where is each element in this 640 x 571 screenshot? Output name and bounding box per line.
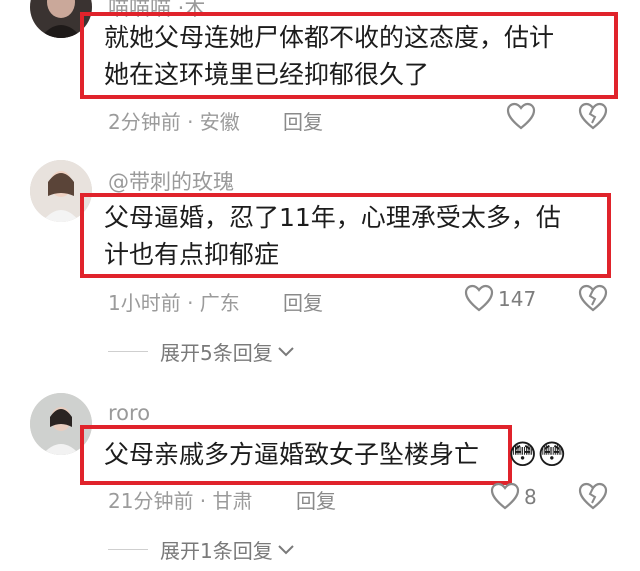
- comment-meta: 21分钟前 · 甘肃: [108, 489, 253, 513]
- heart-outline-icon[interactable]: [464, 284, 494, 316]
- comment-text: 父母逼婚，忍了11年，心理承受太多，估: [104, 203, 561, 232]
- comment-text: 计也有点抑郁症: [104, 240, 280, 269]
- expand-replies-label: 展开1条回复: [160, 538, 273, 563]
- heart-outline-icon[interactable]: [490, 482, 520, 514]
- chevron-down-icon: [277, 339, 295, 363]
- expand-replies-label: 展开5条回复: [160, 340, 273, 365]
- reply-button[interactable]: 回复: [296, 485, 336, 514]
- broken-heart-icon[interactable]: [578, 284, 608, 316]
- divider: [108, 350, 148, 352]
- chevron-down-icon: [277, 537, 295, 561]
- username[interactable]: @带刺的玫瑰: [108, 166, 234, 196]
- expand-replies-button[interactable]: 展开1条回复: [108, 534, 295, 564]
- comment-meta: 1小时前 · 广东: [108, 291, 240, 315]
- like-count: 147: [498, 287, 537, 311]
- comment-text: 父母亲戚多方逼婚致女子坠楼身亡: [104, 440, 480, 469]
- broken-heart-icon[interactable]: [578, 482, 608, 514]
- expand-replies-button[interactable]: 展开5条回复: [108, 336, 295, 366]
- comment-meta: 2分钟前 · 安徽: [108, 110, 240, 134]
- comment-text: 她在这环境里已经抑郁很久了: [104, 60, 430, 89]
- comment-text: 就她父母连她尸体都不收的这态度，估计: [104, 23, 555, 52]
- emoji: 😳😳: [508, 438, 567, 471]
- reply-button[interactable]: 回复: [283, 106, 323, 135]
- broken-heart-icon[interactable]: [578, 102, 608, 134]
- heart-outline-icon[interactable]: [506, 102, 536, 134]
- username[interactable]: roro: [108, 401, 150, 425]
- divider: [108, 548, 148, 550]
- like-count: 8: [524, 485, 537, 509]
- reply-button[interactable]: 回复: [283, 287, 323, 316]
